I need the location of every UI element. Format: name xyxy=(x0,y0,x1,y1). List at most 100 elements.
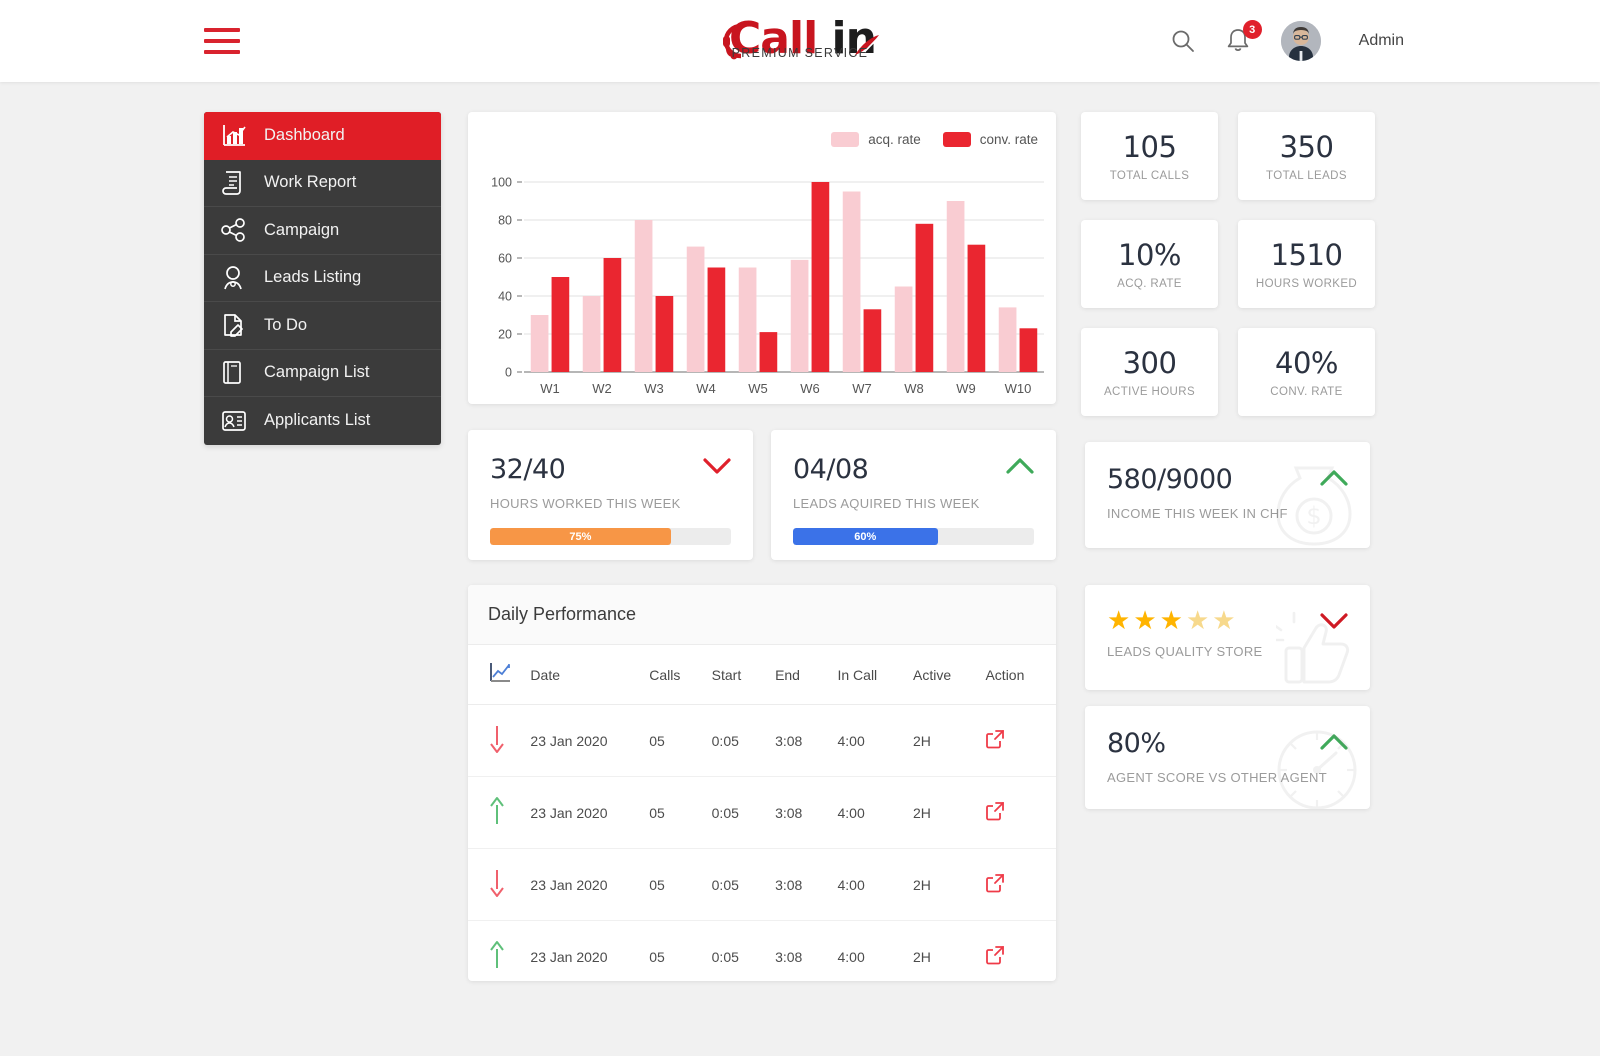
stat-card-acq-rate[interactable]: 10% ACQ. RATE xyxy=(1081,220,1218,308)
stat-label: HOURS WORKED xyxy=(1255,278,1358,290)
external-link-icon[interactable] xyxy=(985,848,1056,921)
sidebar-item-label: Leads Listing xyxy=(264,268,362,287)
table-row[interactable]: 23 Jan 2020 05 0:05 3:08 4:00 2H xyxy=(468,920,1056,981)
stat-value: 350 xyxy=(1279,130,1334,164)
star-1[interactable]: ★ xyxy=(1107,607,1130,633)
gauge-icon xyxy=(1277,730,1357,809)
table-row[interactable]: 23 Jan 2020 05 0:05 3:08 4:00 2H xyxy=(468,848,1056,921)
bar-chart-icon xyxy=(221,122,251,148)
column-header-in-call: In Call xyxy=(837,645,913,705)
stat-card-conv-rate[interactable]: 40% CONV. RATE xyxy=(1238,328,1375,416)
leads-acquired-label: LEADS AQUIRED THIS WEEK xyxy=(793,496,980,511)
stat-card-total-leads[interactable]: 350 TOTAL LEADS xyxy=(1238,112,1375,200)
bar-W7-convrate xyxy=(863,309,882,372)
stat-card-total-calls[interactable]: 105 TOTAL CALLS xyxy=(1081,112,1218,200)
stat-value: 300 xyxy=(1122,346,1177,380)
stat-label: TOTAL LEADS xyxy=(1266,170,1347,182)
leads-quality-card: ★ ★ ★ ★ ★ LEADS QUALITY STORE xyxy=(1085,585,1370,690)
sidebar-item-work-report[interactable]: Work Report xyxy=(204,160,441,207)
cell-date: 23 Jan 2020 xyxy=(530,704,650,777)
cell-end: 3:08 xyxy=(775,848,838,921)
external-link-icon[interactable] xyxy=(985,776,1056,849)
star-4[interactable]: ★ xyxy=(1186,607,1209,633)
bar-W9-acqrate xyxy=(946,201,965,372)
external-link-icon[interactable] xyxy=(985,704,1056,777)
book-icon xyxy=(221,360,251,386)
bell-icon[interactable]: 3 xyxy=(1225,20,1262,55)
x-axis-tick: W1 xyxy=(540,381,560,396)
hours-worked-card: 32/40 HOURS WORKED THIS WEEK 75% xyxy=(468,430,753,560)
sidebar-item-label: To Do xyxy=(264,315,308,334)
leads-acquired-trend-icon[interactable] xyxy=(1006,456,1034,481)
sidebar-item-label: Campaign xyxy=(264,220,340,239)
sidebar-item-campaign-list[interactable]: Campaign List xyxy=(204,350,441,397)
x-axis-tick: W3 xyxy=(644,381,664,396)
stat-label: TOTAL CALLS xyxy=(1109,170,1190,182)
cell-end: 3:08 xyxy=(775,920,838,981)
daily-performance-header: Daily Performance xyxy=(468,585,1056,645)
cell-in-call: 4:00 xyxy=(837,776,913,849)
leads-acquired-percent: 60% xyxy=(854,530,877,543)
thumbs-up-icon xyxy=(1276,611,1350,684)
agent-score-card: 80% AGENT SCORE VS OTHER AGENT xyxy=(1085,706,1370,809)
y-axis-tick: 80 xyxy=(498,214,512,228)
column-header-end: End xyxy=(775,645,838,705)
sidebar-nav: Dashboard Work Report Campaign Leads Listin… xyxy=(204,112,441,445)
trend-up-icon xyxy=(468,920,531,981)
bar-W7-acqrate xyxy=(842,191,861,372)
search-icon[interactable] xyxy=(1169,27,1197,55)
x-axis-tick: W4 xyxy=(696,381,716,396)
bar-W3-acqrate xyxy=(634,220,653,372)
cell-active: 2H xyxy=(912,776,986,849)
column-header-active: Active xyxy=(912,645,986,705)
stat-cards-grid: 105 TOTAL CALLS 350 TOTAL LEADS 10% ACQ. RATE… xyxy=(1081,112,1375,416)
column-header-date: Date xyxy=(530,645,650,705)
star-5[interactable]: ★ xyxy=(1212,607,1235,633)
logo-subtitle: PREMIUM SERVICE xyxy=(731,46,869,60)
sidebar-item-campaign[interactable]: Campaign xyxy=(204,207,441,255)
cell-date: 23 Jan 2020 xyxy=(530,920,650,981)
y-axis-tick: 60 xyxy=(498,252,512,266)
app-logo: Call in PREMIUM SERVICE xyxy=(710,6,890,76)
bar-W5-acqrate xyxy=(738,267,757,372)
cell-end: 3:08 xyxy=(775,704,838,777)
star-3[interactable]: ★ xyxy=(1160,607,1183,633)
star-2[interactable]: ★ xyxy=(1133,607,1156,633)
sidebar-item-leads-listing[interactable]: Leads Listing xyxy=(204,255,441,302)
daily-performance-table: Date Calls Start End In Call Active Action 23 … xyxy=(468,645,1056,981)
cell-start: 0:05 xyxy=(711,920,776,981)
bar-W8-convrate xyxy=(915,223,934,372)
legend-label: acq. rate xyxy=(868,132,921,147)
header-actions: 3 Admin xyxy=(1169,0,1404,82)
sidebar-item-to-do[interactable]: To Do xyxy=(204,302,441,350)
hamburger-icon[interactable] xyxy=(204,28,240,54)
y-axis-tick: 0 xyxy=(505,366,512,380)
sidebar-item-applicants-list[interactable]: Applicants List xyxy=(204,397,441,445)
trend-down-icon xyxy=(468,848,531,921)
legend-swatch xyxy=(831,132,860,147)
x-axis-tick: W5 xyxy=(748,381,768,396)
x-axis-tick: W7 xyxy=(852,381,872,396)
avatar[interactable] xyxy=(1280,21,1321,61)
stat-label: ACTIVE HOURS xyxy=(1103,386,1196,398)
trend-up-icon xyxy=(468,776,531,849)
legend-swatch xyxy=(942,132,971,147)
table-row[interactable]: 23 Jan 2020 05 0:05 3:08 4:00 2H xyxy=(468,704,1056,777)
cell-calls: 05 xyxy=(649,776,712,849)
external-link-icon[interactable] xyxy=(985,920,1056,981)
stat-label: ACQ. RATE xyxy=(1117,278,1182,290)
column-header-action: Action xyxy=(985,645,1056,705)
cell-date: 23 Jan 2020 xyxy=(530,848,650,921)
stat-card-active-hours[interactable]: 300 ACTIVE HOURS xyxy=(1081,328,1218,416)
table-row[interactable]: 23 Jan 2020 05 0:05 3:08 4:00 2H xyxy=(468,776,1056,849)
bar-W10-convrate xyxy=(1019,328,1038,372)
hours-worked-trend-icon[interactable] xyxy=(703,456,731,481)
bar-W2-convrate xyxy=(603,258,622,372)
sidebar-item-label: Work Report xyxy=(264,173,357,192)
sidebar-item-dashboard[interactable]: Dashboard xyxy=(204,112,441,160)
stat-card-hours-worked[interactable]: 1510 HOURS WORKED xyxy=(1238,220,1375,308)
bar-W3-convrate xyxy=(655,296,674,372)
cell-active: 2H xyxy=(912,704,986,777)
income-card: 580/9000 INCOME THIS WEEK IN CHF $ xyxy=(1085,442,1370,548)
legend-item-0: acq. rate xyxy=(831,132,921,147)
